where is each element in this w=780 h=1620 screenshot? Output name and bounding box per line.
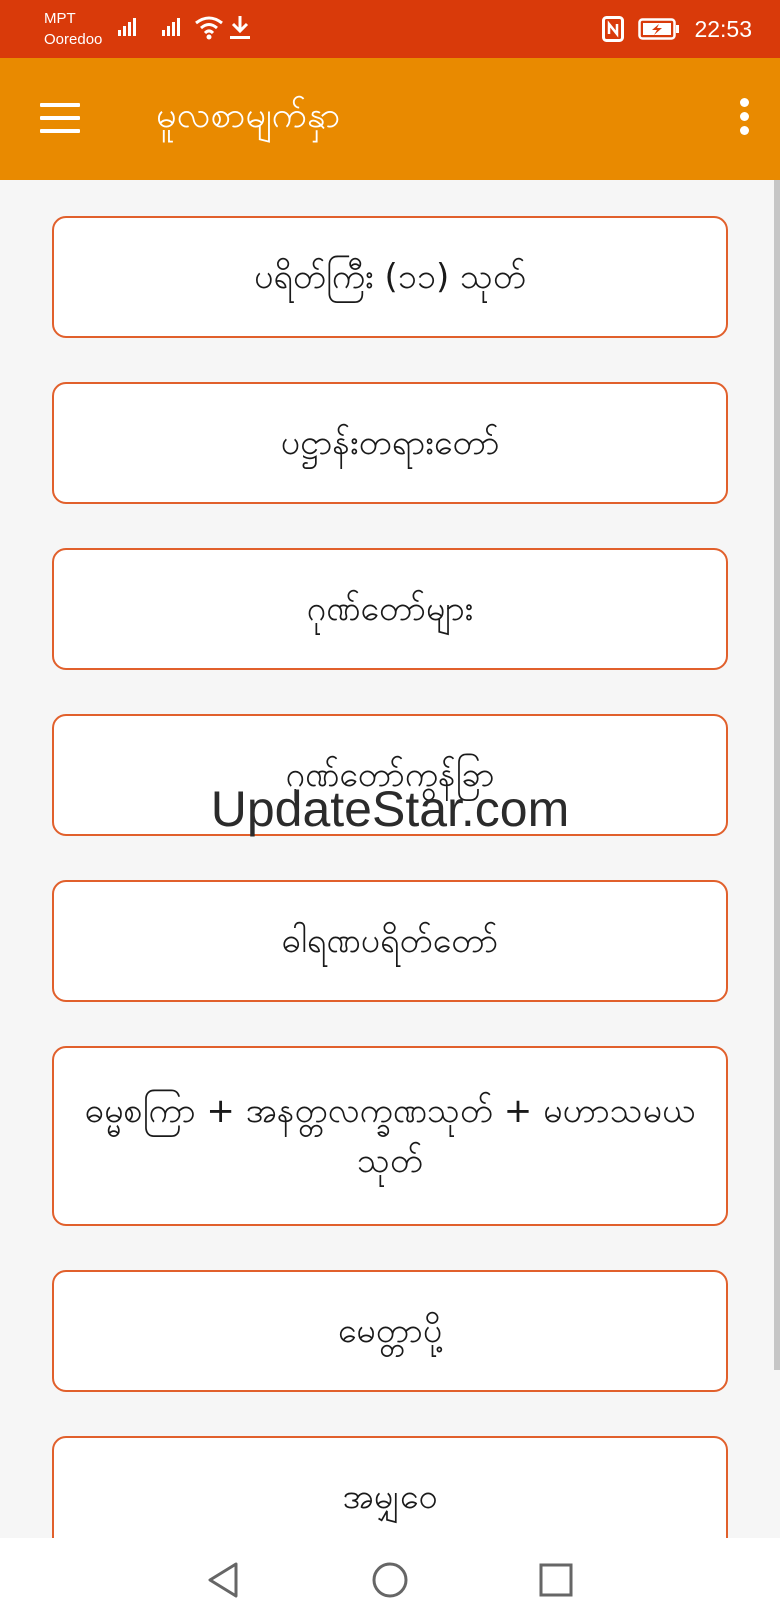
navigation-bar <box>0 1538 780 1620</box>
signal-icon <box>162 18 180 36</box>
battery-charging-icon <box>638 18 680 40</box>
menu-button-gonnaw[interactable]: ဂုဏ်တော်များ <box>52 548 728 670</box>
scrollbar[interactable] <box>774 180 780 1370</box>
menu-list: ပရိတ်ကြီး (၁၁) သုတ် ပဋ္ဌာန်းတရားတော် ဂုဏ… <box>0 180 780 1538</box>
menu-button-dharana-paritta[interactable]: ဓါရဏပရိတ်တော် <box>52 880 728 1002</box>
status-time: 22:53 <box>694 15 752 42</box>
carrier-mpt: MPT <box>44 10 76 27</box>
menu-button-metta[interactable]: မေတ္တာပို့ <box>52 1270 728 1392</box>
nfc-icon <box>602 16 625 42</box>
status-bar: MPT Ooredoo 22:53 <box>0 0 780 58</box>
hamburger-menu-icon[interactable] <box>40 103 80 135</box>
menu-button-share-merit[interactable]: အမျှဝေ <box>52 1436 728 1538</box>
app-bar: မူလစာမျက်နှာ <box>0 58 780 180</box>
carrier-label: MPT Ooredoo <box>44 8 102 50</box>
menu-button-patthana[interactable]: ပဋ္ဌာန်းတရားတော် <box>52 382 728 504</box>
watermark: UpdateStar.com <box>210 781 570 837</box>
home-icon[interactable] <box>370 1560 410 1600</box>
menu-button-paritta-11-suttas[interactable]: ပရိတ်ကြီး (၁၁) သုတ် <box>52 216 728 338</box>
download-icon <box>230 16 250 39</box>
wifi-icon <box>195 16 223 40</box>
more-options-icon[interactable] <box>734 98 754 140</box>
signal-icon <box>118 18 136 36</box>
menu-button-dhammacakka-suttas[interactable]: ဓမ္မစကြာ + အနတ္တလက္ခဏသုတ် + မဟာသမယသုတ် <box>52 1046 728 1226</box>
carrier-ooredoo: Ooredoo <box>44 31 103 48</box>
back-icon[interactable] <box>204 1560 244 1600</box>
recents-icon[interactable] <box>536 1560 576 1600</box>
page-title: မူလစာမျက်နှာ <box>156 95 341 136</box>
